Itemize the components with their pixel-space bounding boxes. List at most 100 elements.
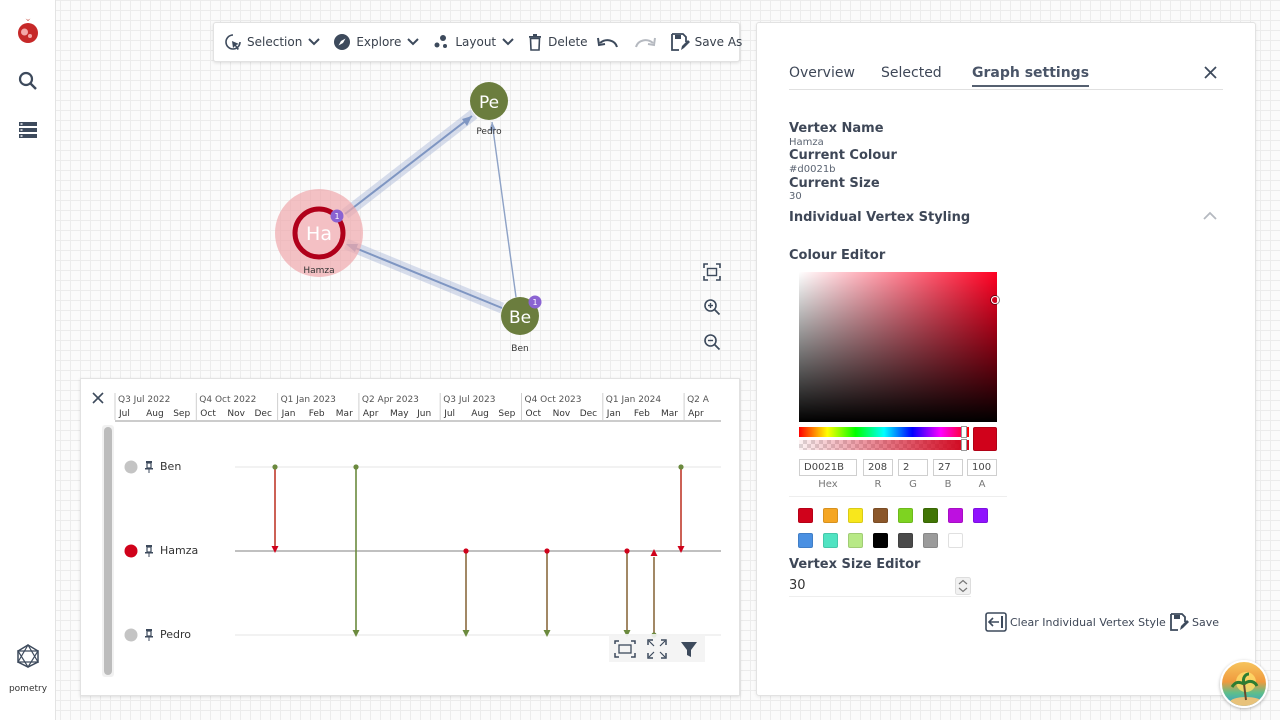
zoom-out-icon[interactable] — [703, 333, 721, 351]
timeline-event[interactable] — [543, 548, 551, 637]
hex-input[interactable]: D0021B — [799, 459, 857, 476]
node-pedro[interactable]: Pe Pedro — [470, 82, 508, 137]
colour-swatch[interactable] — [923, 533, 938, 548]
avatar-button[interactable] — [1220, 660, 1268, 708]
alpha-input[interactable]: 100 — [967, 459, 997, 476]
fit-view-icon[interactable] — [703, 263, 721, 281]
close-timeline-icon[interactable] — [92, 392, 104, 404]
timeline-row-ben[interactable]: Ben — [124, 460, 722, 474]
current-size-label: Current Size — [789, 176, 880, 191]
saturation-handle[interactable] — [991, 296, 999, 304]
clear-style-icon — [985, 612, 1007, 632]
vertex-size-input[interactable]: 30 — [789, 575, 971, 597]
timeline-event[interactable] — [623, 548, 631, 637]
green-label: G — [909, 479, 917, 490]
graph-canvas[interactable]: Ha Hamza 1 Pe Pedro Be Ben 1 — [56, 62, 756, 374]
hue-slider[interactable] — [799, 426, 969, 438]
save-as-icon — [670, 33, 690, 51]
quarter-label: Q4 Oct 2022 — [199, 395, 256, 405]
colour-swatch[interactable] — [948, 508, 963, 523]
colour-swatch[interactable] — [948, 533, 963, 548]
compass-icon — [334, 34, 351, 50]
colour-swatch[interactable] — [823, 533, 838, 548]
row-color-dot — [124, 460, 138, 474]
colour-swatch[interactable] — [973, 508, 988, 523]
month-label: Dec — [580, 409, 597, 419]
red-input[interactable]: 208 — [863, 459, 893, 476]
node-ben[interactable]: Be Ben 1 — [501, 295, 542, 355]
colour-swatch[interactable] — [923, 508, 938, 523]
quarter-label: Q1 Jan 2023 — [281, 395, 336, 405]
alpha-handle[interactable] — [961, 439, 967, 451]
colour-swatch[interactable] — [848, 533, 863, 548]
chevron-down-icon — [407, 38, 420, 46]
timeline-event[interactable] — [650, 549, 658, 638]
colour-swatch[interactable] — [848, 508, 863, 523]
delete-label: Delete — [548, 35, 588, 49]
hex-label: Hex — [818, 479, 838, 490]
current-colour-value: #d0021b — [789, 164, 836, 175]
undo-button[interactable] — [596, 35, 625, 49]
row-color-dot — [124, 628, 138, 642]
quarter-label: Q2 A — [687, 395, 710, 405]
colour-swatch[interactable] — [873, 508, 888, 523]
delete-button[interactable]: Delete — [527, 33, 588, 51]
node-hamza[interactable]: Ha Hamza 1 — [275, 189, 363, 277]
zoom-in-icon[interactable] — [703, 298, 721, 316]
colour-swatch[interactable] — [898, 508, 913, 523]
explore-button[interactable]: Explore — [333, 33, 424, 51]
graph-icon[interactable] — [14, 642, 42, 670]
redo-button[interactable] — [633, 35, 662, 49]
pin-icon[interactable] — [145, 545, 153, 557]
timeline-row-hamza[interactable]: Hamza — [124, 544, 722, 558]
tab-graph-settings[interactable]: Graph settings — [972, 65, 1090, 87]
island-avatar-icon — [1230, 672, 1262, 706]
month-label: Jul — [443, 409, 455, 419]
colour-swatch[interactable] — [798, 508, 813, 523]
month-label: Nov — [227, 409, 245, 419]
edge-ben-pedro[interactable] — [491, 121, 517, 298]
alpha-slider[interactable] — [799, 439, 969, 451]
blue-input[interactable]: 27 — [933, 459, 963, 476]
layout-button[interactable]: Layout — [432, 33, 519, 51]
number-stepper-icon[interactable] — [955, 577, 971, 595]
tab-overview[interactable]: Overview — [789, 65, 855, 81]
colour-swatch[interactable] — [873, 533, 888, 548]
node-badge-count: 1 — [532, 298, 537, 307]
pin-icon[interactable] — [145, 629, 153, 641]
pin-icon[interactable] — [145, 461, 153, 473]
timeline-event[interactable] — [271, 464, 279, 553]
selection-button[interactable]: Selection — [224, 33, 325, 51]
timeline-canvas[interactable]: Q3 Jul 2022 Q4 Oct 2022 Q1 Jan 2023 Q2 Apr … — [81, 379, 741, 697]
search-icon[interactable] — [14, 67, 42, 95]
colour-swatch[interactable] — [898, 533, 913, 548]
green-input[interactable]: 2 — [898, 459, 928, 476]
list-icon[interactable] — [14, 116, 42, 144]
clear-style-button[interactable]: Clear Individual Vertex Style — [985, 612, 1166, 632]
month-label: Jun — [416, 409, 431, 419]
month-label: Dec — [255, 409, 272, 419]
colour-swatch[interactable] — [823, 508, 838, 523]
timeline-scrollbar[interactable] — [104, 427, 112, 675]
hue-handle[interactable] — [961, 426, 967, 438]
colour-editor-label: Colour Editor — [789, 248, 886, 263]
edge-hamza-pedro[interactable] — [344, 115, 473, 215]
month-label: Feb — [634, 409, 650, 419]
month-label: Oct — [200, 409, 216, 419]
chevron-up-icon[interactable] — [1203, 211, 1217, 220]
quarter-label: Q1 Jan 2024 — [606, 395, 662, 405]
alpha-label: A — [978, 479, 986, 490]
month-label: Feb — [309, 409, 325, 419]
colour-swatch[interactable] — [798, 533, 813, 548]
individual-styling-header[interactable]: Individual Vertex Styling — [789, 210, 970, 225]
tab-selected[interactable]: Selected — [881, 65, 942, 81]
save-style-button[interactable]: Save — [1169, 612, 1219, 632]
save-icon — [1170, 613, 1189, 631]
timeline-event[interactable] — [462, 548, 470, 637]
saturation-picker[interactable] — [799, 272, 999, 422]
close-panel-icon[interactable] — [1204, 66, 1217, 79]
save-as-button[interactable]: Save As — [670, 32, 742, 52]
pomegranate-logo-icon[interactable] — [14, 17, 42, 45]
edge-ben-hamza[interactable] — [347, 244, 503, 309]
timeline-event[interactable] — [677, 464, 685, 553]
